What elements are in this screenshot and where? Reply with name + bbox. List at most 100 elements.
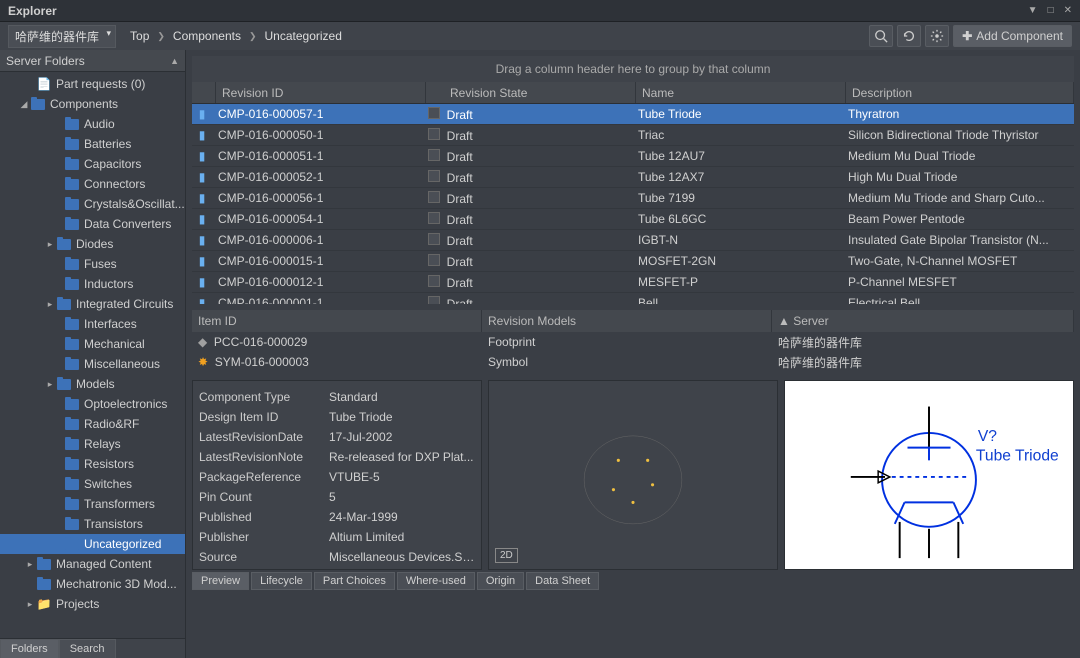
tree-node[interactable]: Batteries [0,134,185,154]
expand-icon[interactable]: ▸ [24,559,36,570]
tree-node[interactable]: Mechanical [0,334,185,354]
tree-node[interactable]: ▸Integrated Circuits [0,294,185,314]
tree-node[interactable]: Fuses [0,254,185,274]
tree-node[interactable]: Switches [0,474,185,494]
close-icon[interactable]: ✕ [1064,5,1072,16]
detail-tab[interactable]: Lifecycle [251,572,312,590]
table-row[interactable]: ▮CMP-016-000056-1 DraftTube 7199Medium M… [192,188,1074,209]
tree-node[interactable]: ▸Models [0,374,185,394]
library-select[interactable]: 哈萨维的器件库 [8,25,116,48]
tree-node[interactable]: Relays [0,434,185,454]
state-checkbox[interactable] [428,170,440,182]
tree-label: Transformers [84,497,155,511]
tree-node[interactable]: Inductors [0,274,185,294]
col-revision-state[interactable]: Revision State [426,82,636,103]
tab-search[interactable]: Search [59,639,116,658]
fp-icon: ◆ [198,335,207,349]
state-checkbox[interactable] [428,254,440,266]
state-checkbox[interactable] [428,191,440,203]
tree-node[interactable]: Connectors [0,174,185,194]
collapse-icon[interactable]: ▲ [170,56,179,66]
col-name[interactable]: Name [636,82,846,103]
tree-node[interactable]: Radio&RF [0,414,185,434]
state-checkbox[interactable] [428,275,440,287]
col-server[interactable]: ▲ Server [772,310,1074,332]
tree-node[interactable]: Interfaces [0,314,185,334]
detail-tabs: PreviewLifecyclePart ChoicesWhere-usedOr… [192,572,1074,590]
cell-description: Silicon Bidirectional Triode Thyristor [842,128,1074,142]
expand-icon[interactable]: ◢ [18,99,30,110]
cell-description: Medium Mu Dual Triode [842,149,1074,163]
dropdown-icon[interactable]: ▼ [1028,5,1038,16]
detail-tab[interactable]: Preview [192,572,249,590]
folder-icon [36,577,52,591]
table-row[interactable]: ▮CMP-016-000057-1 DraftTube TriodeThyrat… [192,104,1074,125]
state-checkbox[interactable] [428,107,440,119]
state-checkbox[interactable] [428,212,440,224]
cell-name: IGBT-N [632,233,842,247]
tree-node[interactable]: Mechatronic 3D Mod... [0,574,185,594]
tree-node[interactable]: Capacitors [0,154,185,174]
model-row[interactable]: ✸ SYM-016-000003Symbol哈萨维的器件库 [192,352,1074,372]
detail-tab[interactable]: Data Sheet [526,572,599,590]
cell-revision-state: Draft [422,191,632,206]
table-row[interactable]: ▮CMP-016-000054-1 DraftTube 6L6GCBeam Po… [192,209,1074,230]
tree-node[interactable]: Crystals&Oscillat... [0,194,185,214]
add-component-button[interactable]: ✚ Add Component [953,25,1072,47]
table-row[interactable]: ▮CMP-016-000052-1 DraftTube 12AX7High Mu… [192,167,1074,188]
table-row[interactable]: ▮CMP-016-000001-1 DraftBellElectrical Be… [192,293,1074,304]
state-checkbox[interactable] [428,296,440,305]
tree-node[interactable]: Resistors [0,454,185,474]
view-2d-badge[interactable]: 2D [495,548,518,563]
col-item-id[interactable]: Item ID [192,310,482,332]
state-checkbox[interactable] [428,149,440,161]
component-grid[interactable]: ▮CMP-016-000057-1 DraftTube TriodeThyrat… [192,104,1074,304]
col-revision-models[interactable]: Revision Models [482,310,772,332]
table-row[interactable]: ▮CMP-016-000012-1 DraftMESFET-PP-Channel… [192,272,1074,293]
symbol-preview[interactable]: V? Tube Triode [784,380,1074,570]
tree-node[interactable]: Transformers [0,494,185,514]
property-value: Re-released for DXP Plat... [329,450,475,464]
tree-node[interactable]: Data Converters [0,214,185,234]
tree-node[interactable]: Miscellaneous [0,354,185,374]
expand-icon[interactable]: ▸ [24,599,36,610]
cell-revision-id: CMP-016-000052-1 [212,170,422,184]
detail-tab[interactable]: Origin [477,572,524,590]
state-checkbox[interactable] [428,128,440,140]
tree-node[interactable]: 📄Part requests (0) [0,74,185,94]
group-hint[interactable]: Drag a column header here to group by th… [192,56,1074,82]
tree-node[interactable]: Transistors [0,514,185,534]
settings-button[interactable] [925,25,949,47]
table-row[interactable]: ▮CMP-016-000051-1 DraftTube 12AU7Medium … [192,146,1074,167]
expand-icon[interactable]: ▸ [44,379,56,390]
search-button[interactable] [869,25,893,47]
col-revision-id[interactable]: Revision ID [216,82,426,103]
tree-node[interactable]: ▸Diodes [0,234,185,254]
tree-node[interactable]: Uncategorized [0,534,185,554]
breadcrumb[interactable]: Top [130,29,149,43]
tree-node[interactable]: Optoelectronics [0,394,185,414]
table-row[interactable]: ▮CMP-016-000050-1 DraftTriacSilicon Bidi… [192,125,1074,146]
maximize-icon[interactable]: □ [1048,5,1054,16]
property-row: Component TypeStandard [199,387,475,407]
table-row[interactable]: ▮CMP-016-000015-1 DraftMOSFET-2GNTwo-Gat… [192,251,1074,272]
model-row[interactable]: ◆ PCC-016-000029Footprint哈萨维的器件库 [192,332,1074,352]
tree-node[interactable]: ▸Managed Content [0,554,185,574]
col-description[interactable]: Description [846,82,1074,103]
tree-node[interactable]: ▸📁Projects [0,594,185,614]
models-grid[interactable]: ◆ PCC-016-000029Footprint哈萨维的器件库✸ SYM-01… [192,332,1074,372]
table-row[interactable]: ▮CMP-016-000006-1 DraftIGBT-NInsulated G… [192,230,1074,251]
refresh-button[interactable] [897,25,921,47]
detail-tab[interactable]: Part Choices [314,572,395,590]
tree-node[interactable]: Audio [0,114,185,134]
footprint-preview[interactable]: 2D [488,380,778,570]
expand-icon[interactable]: ▸ [44,299,56,310]
state-checkbox[interactable] [428,233,440,245]
breadcrumb[interactable]: Components [173,29,241,43]
tree-node[interactable]: ◢Components [0,94,185,114]
folder-tree[interactable]: 📄Part requests (0)◢ComponentsAudioBatter… [0,72,185,638]
expand-icon[interactable]: ▸ [44,239,56,250]
detail-tab[interactable]: Where-used [397,572,475,590]
breadcrumb[interactable]: Uncategorized [265,29,342,43]
tab-folders[interactable]: Folders [0,639,59,658]
